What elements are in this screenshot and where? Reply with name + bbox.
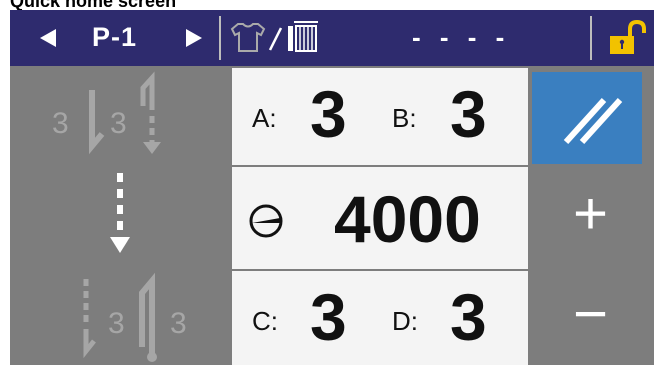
backtack-mode-button[interactable] (532, 72, 642, 164)
c-value: 3 (310, 280, 347, 354)
speed-cell[interactable]: 4000 (232, 167, 528, 269)
svg-text:3: 3 (170, 307, 187, 340)
divider (219, 16, 221, 60)
svg-text:3: 3 (108, 307, 125, 340)
page-caption: Quick home screen (10, 0, 310, 10)
a-value: 3 (310, 77, 347, 151)
d-label: D: (392, 306, 418, 336)
top-bar: P-1 - - - - (10, 10, 654, 66)
minus-icon: − (573, 280, 609, 347)
backtack-start-icon: 3 3 (52, 71, 161, 155)
stitch-pattern-middle-button[interactable] (10, 167, 230, 269)
stitch-pattern-top-button[interactable]: 3 3 (10, 68, 230, 165)
unlocked-padlock-icon[interactable] (608, 19, 648, 61)
b-value: 3 (450, 77, 487, 151)
b-label: B: (392, 103, 417, 133)
svg-text:3: 3 (110, 107, 127, 140)
pattern-label[interactable]: P-1 (92, 22, 137, 53)
status-text: - - - - (412, 22, 511, 52)
plus-icon: + (573, 180, 609, 247)
stitch-cd-cell[interactable]: C: 3 D: 3 (232, 271, 528, 365)
d-value: 3 (450, 280, 487, 354)
left-arrow-icon[interactable] (40, 29, 56, 47)
stitch-ab-cell[interactable]: A: 3 B: 3 (232, 68, 528, 165)
speed-gauge-icon (249, 204, 283, 238)
plus-button[interactable]: + (530, 167, 654, 269)
continuous-stitch-icon (110, 173, 130, 253)
right-arrow-icon[interactable] (186, 29, 202, 47)
caption-text: Quick home screen (10, 0, 177, 10)
minus-button[interactable]: − (530, 271, 654, 365)
garment-thread-icon[interactable] (228, 20, 328, 61)
svg-text:3: 3 (52, 107, 69, 140)
a-label: A: (252, 103, 277, 133)
speed-value: 4000 (334, 182, 481, 256)
c-label: C: (252, 306, 278, 336)
stitch-pattern-bottom-button[interactable]: 3 3 (10, 271, 230, 365)
backtack-end-icon: 3 3 (83, 272, 187, 362)
divider (590, 16, 592, 60)
double-slash-icon (563, 97, 623, 145)
machine-screen: P-1 - - - - 3 3 3 3 A: 3 B: 3 4000 C: 3 … (10, 10, 654, 365)
